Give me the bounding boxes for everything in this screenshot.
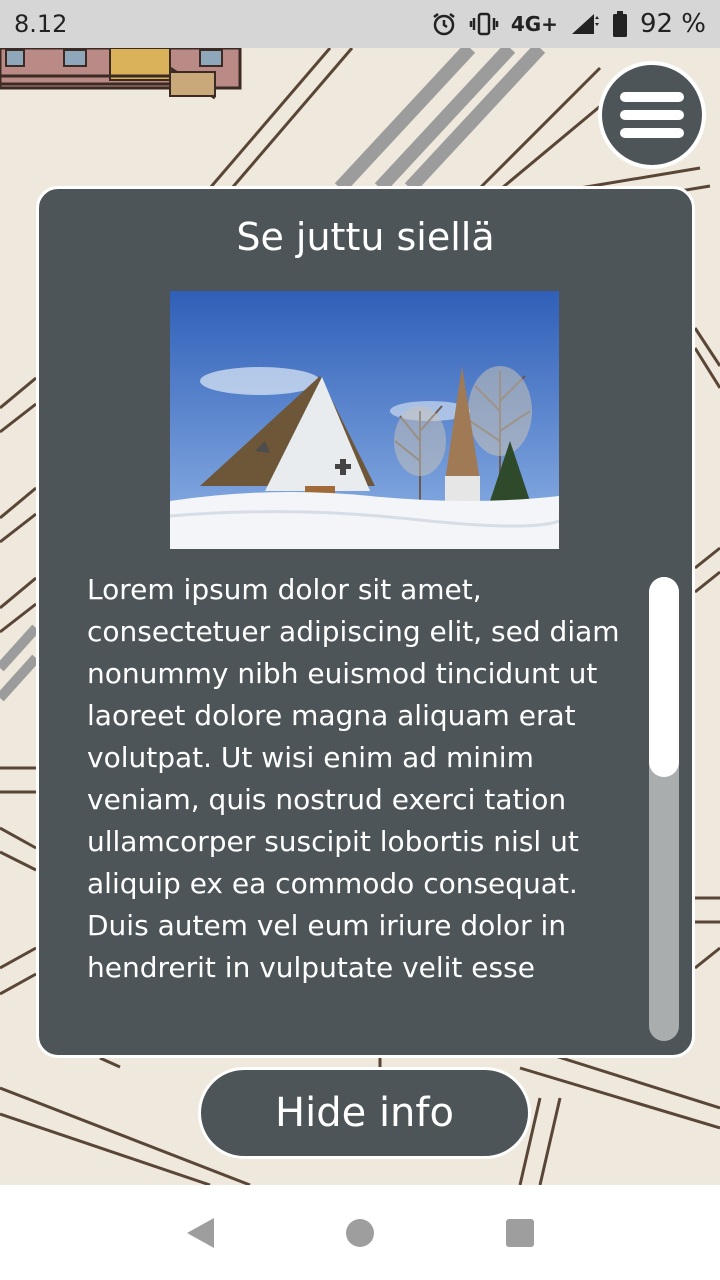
hide-info-button[interactable]: Hide info: [198, 1067, 531, 1159]
church-photo: [170, 291, 559, 549]
status-icons: 4G+ 92 %: [431, 9, 706, 39]
railway-left: [0, 624, 40, 702]
status-time: 8.12: [14, 10, 68, 38]
back-icon: [187, 1217, 214, 1248]
scrollbar-track[interactable]: [649, 577, 679, 1041]
railway-lines: [334, 48, 546, 193]
home-icon: [346, 1218, 374, 1247]
recents-icon: [506, 1218, 534, 1247]
menu-button[interactable]: [598, 61, 706, 169]
status-bar: 8.12 4G+ 92 %: [0, 0, 720, 48]
back-button[interactable]: [170, 1203, 230, 1263]
house-illustration: [0, 48, 242, 100]
home-button[interactable]: [330, 1203, 390, 1263]
vibrate-icon: [469, 12, 499, 36]
scrollbar-thumb[interactable]: [649, 577, 679, 777]
hamburger-icon: [620, 92, 684, 138]
network-type: 4G+: [510, 12, 558, 36]
recents-button[interactable]: [490, 1203, 550, 1263]
info-card: Se juttu siellä Lorem ipsum dolor sit am…: [36, 186, 695, 1058]
card-title: Se juttu siellä: [236, 215, 495, 259]
battery-percent: 92 %: [639, 9, 706, 39]
alarm-icon: [431, 11, 457, 37]
navigation-bar: [0, 1185, 720, 1280]
card-description: Lorem ipsum dolor sit amet, consectetuer…: [87, 573, 620, 984]
battery-icon: [612, 11, 628, 37]
signal-icon: [570, 12, 600, 36]
